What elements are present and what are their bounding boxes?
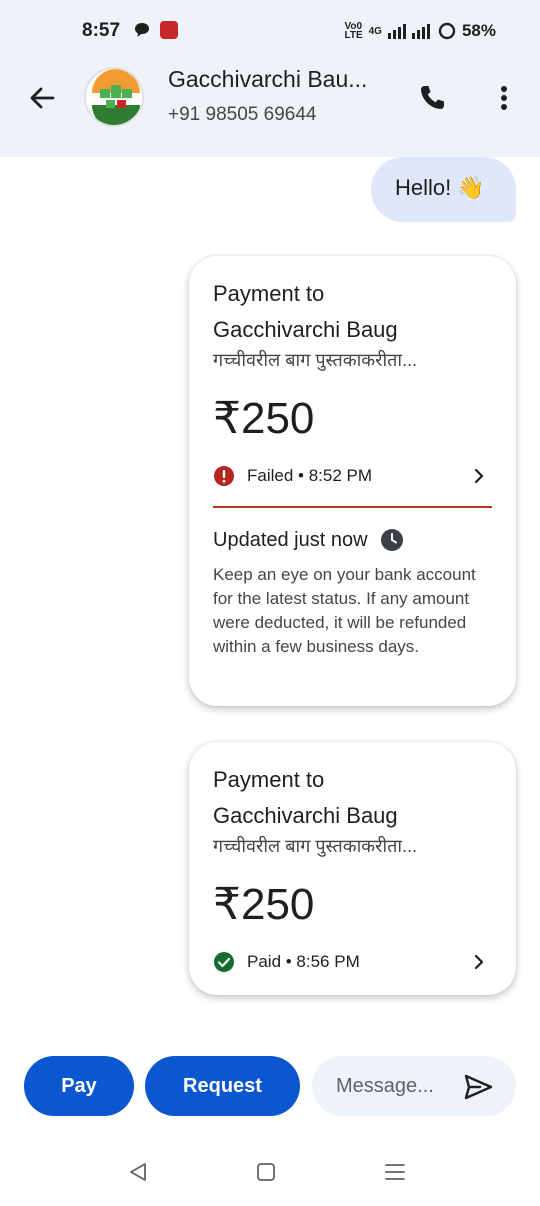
system-nav-bar (0, 1140, 540, 1206)
check-circle-icon (214, 952, 234, 972)
logo-icon (92, 69, 140, 125)
back-arrow-icon[interactable] (26, 82, 58, 114)
status-bar: 8:57 Vo0 LTE 4G 58% (0, 0, 540, 62)
message-placeholder: Message... (336, 1075, 434, 1097)
payment-status-text: Failed • 8:52 PM (247, 466, 373, 485)
chevron-right-icon[interactable] (468, 950, 490, 974)
payment-description: गच्चीवरील बाग पुस्तकाकरीता... (213, 836, 418, 856)
network-type-label: 4G (368, 25, 382, 37)
chat-header: Gacchivarchi Bau... +91 98505 69644 (0, 62, 540, 157)
clock-icon (380, 529, 403, 551)
update-heading: Updated just now (213, 528, 404, 552)
pay-button[interactable]: Pay (24, 1056, 134, 1116)
nav-recents-icon[interactable] (383, 1160, 407, 1184)
more-vert-icon[interactable] (492, 82, 516, 114)
message-bubble[interactable]: Hello! 👋 (371, 157, 516, 222)
payment-status[interactable]: Paid • 8:56 PM (213, 950, 360, 974)
nav-home-icon[interactable] (254, 1160, 278, 1184)
contact-phone: +91 98505 69644 (168, 104, 317, 125)
update-text: Keep an eye on your bank account for the… (213, 565, 476, 656)
contact-name[interactable]: Gacchivarchi Bau... (168, 66, 367, 93)
status-right: Vo0 LTE 4G 58% (344, 21, 496, 41)
update-title: Updated just now (213, 528, 368, 551)
message-input[interactable]: Message... (312, 1056, 516, 1116)
signal-icon (387, 24, 430, 39)
phone-icon[interactable] (416, 82, 448, 114)
divider (213, 506, 492, 508)
chevron-right-icon[interactable] (468, 464, 490, 488)
nav-back-icon[interactable] (126, 1160, 150, 1184)
battery-percent: 58% (461, 21, 496, 40)
payment-status-text: Paid • 8:56 PM (247, 952, 360, 971)
battery-icon (438, 22, 456, 40)
volte-indicator: Vo0 LTE (344, 21, 363, 41)
status-time: 8:57 (82, 20, 121, 41)
payment-amount: ₹250 (213, 394, 315, 443)
chat-notification-icon (135, 23, 149, 37)
request-button[interactable]: Request (145, 1056, 300, 1116)
payment-card-failed[interactable]: Payment to Gacchivarchi Baug गच्चीवरील ब… (189, 256, 516, 706)
avatar[interactable] (84, 67, 144, 127)
payment-title: Payment to Gacchivarchi Baug (213, 281, 398, 342)
send-icon[interactable] (462, 1071, 494, 1103)
payment-status[interactable]: Failed • 8:52 PM (213, 464, 372, 488)
error-icon (214, 466, 234, 486)
payment-amount: ₹250 (213, 880, 315, 929)
payment-title: Payment to Gacchivarchi Baug (213, 767, 398, 828)
payment-card-paid[interactable]: Payment to Gacchivarchi Baug गच्चीवरील ब… (189, 742, 516, 995)
payment-description: गच्चीवरील बाग पुस्तकाकरीता... (213, 350, 418, 370)
app-notification-icon (160, 21, 178, 39)
